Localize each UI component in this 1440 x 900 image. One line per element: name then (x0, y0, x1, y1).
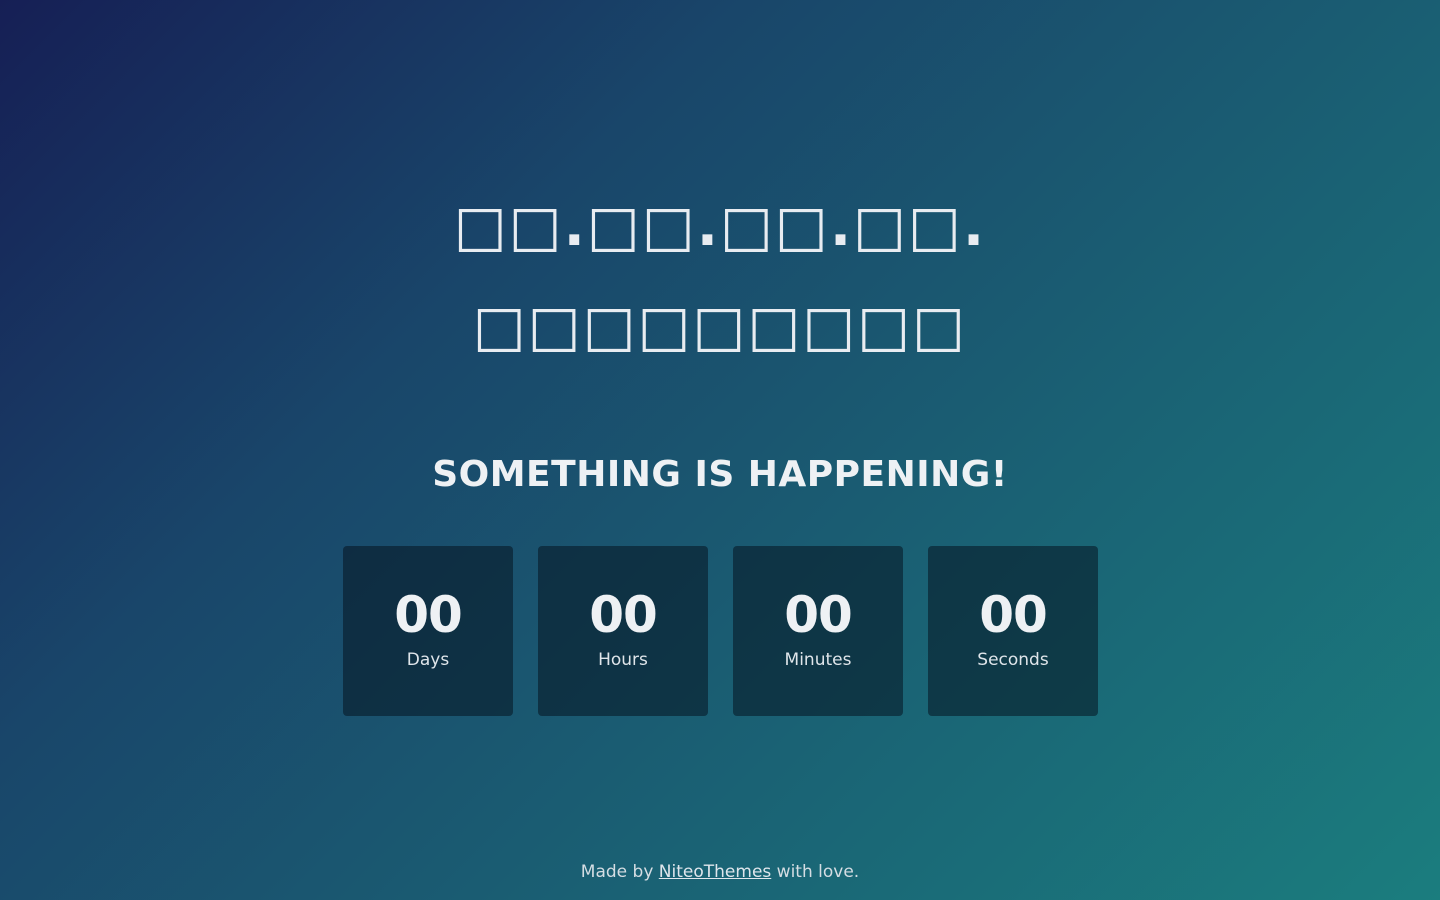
footer-credit: Made by NiteoThemes with love. (0, 862, 1440, 882)
footer-prefix: Made by (580, 862, 654, 882)
countdown-minutes: 00 Minutes (733, 546, 903, 716)
footer-suffix: with love. (776, 862, 860, 882)
minutes-value: 00 (784, 586, 853, 644)
countdown-hours: 00 Hours (538, 546, 708, 716)
title-line-1: □□.□□.□□.□□. (453, 194, 987, 259)
niteothemes-link[interactable]: NiteoThemes (659, 862, 771, 882)
title-line-2: □□□□□□□□□ (472, 294, 968, 359)
minutes-label: Minutes (784, 650, 852, 670)
seconds-value: 00 (979, 586, 1048, 644)
seconds-label: Seconds (977, 650, 1049, 670)
headline: SOMETHING IS HAPPENING! (432, 454, 1008, 495)
days-label: Days (406, 650, 450, 670)
hours-label: Hours (598, 650, 648, 670)
countdown-seconds: 00 Seconds (928, 546, 1098, 716)
countdown-timer: 00 Days 00 Hours 00 Minutes 00 Seconds (343, 546, 1098, 716)
hours-value: 00 (589, 586, 658, 644)
countdown-days: 00 Days (343, 546, 513, 716)
days-value: 00 (394, 586, 463, 644)
